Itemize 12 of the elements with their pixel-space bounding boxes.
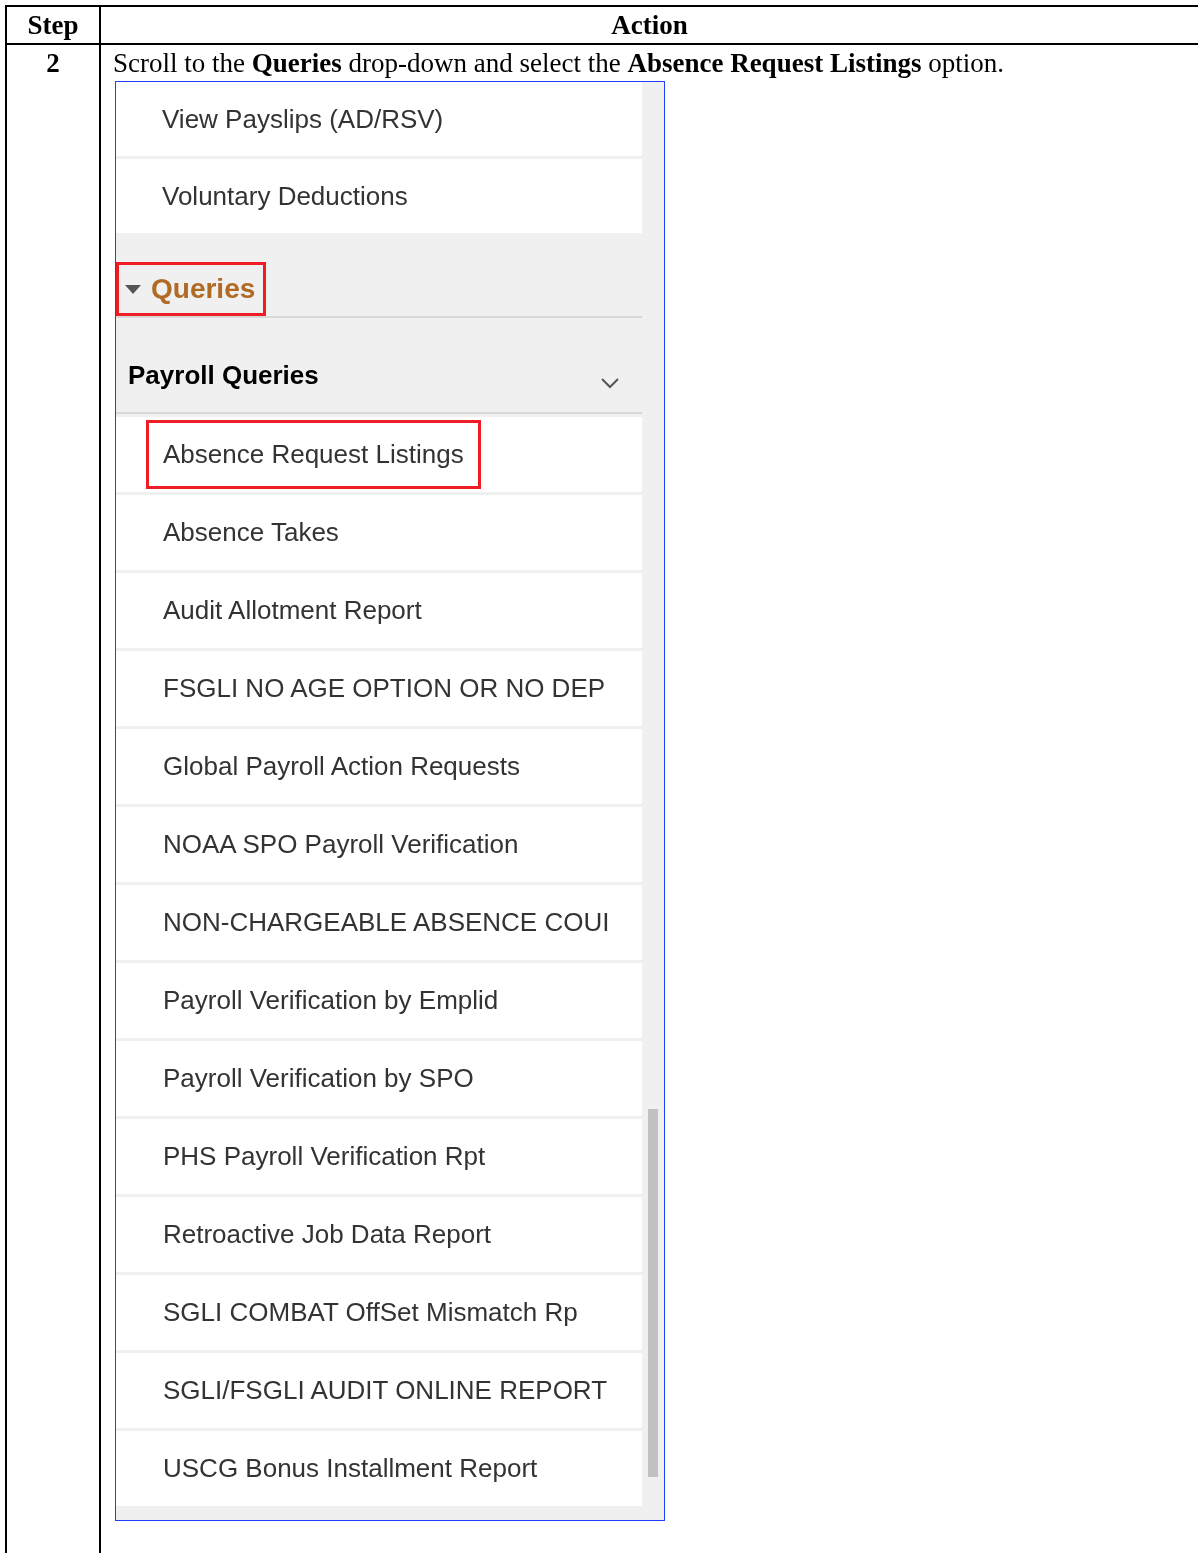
menu-item[interactable]: Voluntary Deductions	[116, 159, 642, 233]
caret-icon	[123, 283, 143, 295]
menu-item[interactable]: Absence Request Listings	[146, 420, 481, 489]
step-number: 2	[46, 48, 60, 78]
chevron-icon	[600, 377, 620, 389]
menu-item[interactable]: View Payslips (AD/RSV)	[116, 82, 642, 156]
column-header: Step	[7, 7, 101, 43]
queries-section-header[interactable]: Queries	[116, 262, 267, 316]
column-header: Action	[610, 9, 689, 42]
instruction-text: Scroll to the Queries drop-down and select the Absence Request Listings option.	[113, 47, 1005, 80]
scrollbar-thumb[interactable]	[648, 1109, 658, 1477]
payroll-queries-group[interactable]: Payroll Queries	[116, 338, 642, 414]
